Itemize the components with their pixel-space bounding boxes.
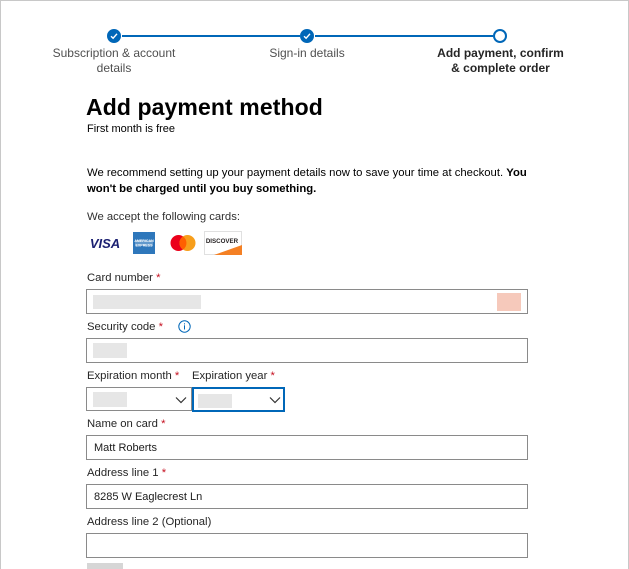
- page-title: Add payment method: [86, 94, 323, 120]
- visa-icon: VISA: [87, 231, 123, 255]
- expiration-year-label: Expiration year *: [192, 370, 275, 382]
- svg-text:EXPRESS: EXPRESS: [136, 244, 154, 248]
- expiration-year-select[interactable]: [192, 387, 285, 412]
- name-on-card-input[interactable]: Matt Roberts: [86, 435, 528, 460]
- step-2-check-icon: [300, 29, 314, 43]
- name-on-card-value: Matt Roberts: [94, 441, 157, 454]
- next-field-label-cutoff: [87, 563, 123, 569]
- accepted-cards: VISA AMERICAN EXPRESS DISCOVER: [87, 231, 245, 255]
- card-brand-icon: [497, 293, 521, 311]
- expiration-month-redacted: [93, 392, 127, 407]
- visa-text: VISA: [90, 236, 120, 251]
- expiration-month-select[interactable]: [86, 387, 192, 411]
- step-1-check-icon: [107, 29, 121, 43]
- svg-text:AMERICAN: AMERICAN: [134, 239, 154, 243]
- step-3-current-icon: [493, 29, 507, 43]
- recommend-text: We recommend setting up your payment det…: [87, 167, 527, 195]
- security-code-input[interactable]: [86, 338, 528, 363]
- security-code-label: Security code *: [87, 321, 163, 333]
- security-code-redacted: [93, 343, 127, 358]
- page-subtitle: First month is free: [87, 123, 176, 135]
- name-on-card-label: Name on card *: [87, 418, 166, 430]
- expiration-year-redacted: [198, 394, 232, 408]
- mastercard-icon: [165, 231, 201, 255]
- amex-icon: AMERICAN EXPRESS: [126, 231, 162, 255]
- chevron-down-icon: [269, 397, 281, 404]
- discover-text: DISCOVER: [206, 238, 239, 245]
- info-icon[interactable]: [178, 320, 191, 338]
- address-line-1-value: 8285 W Eaglecrest Ln: [94, 490, 203, 503]
- address-line-1-input[interactable]: 8285 W Eaglecrest Ln: [86, 484, 528, 509]
- checkout-stepper: Subscription & account details Sign-in d…: [0, 0, 629, 80]
- step-connector: [315, 35, 493, 37]
- card-number-redacted: [93, 295, 201, 309]
- step-3-label: Add payment, confirm & complete order: [437, 46, 564, 75]
- card-number-input[interactable]: [86, 289, 528, 314]
- step-2-label: Sign-in details: [269, 46, 345, 60]
- accepted-cards-label: We accept the following cards:: [87, 211, 241, 223]
- step-1-label: Subscription & account details: [52, 46, 176, 75]
- step-connector: [122, 35, 300, 37]
- address-line-2-input[interactable]: [86, 533, 528, 558]
- address-line-2-label: Address line 2 (Optional): [87, 516, 212, 528]
- chevron-down-icon: [175, 397, 187, 404]
- discover-icon: DISCOVER: [204, 231, 242, 255]
- address-line-1-label: Address line 1 *: [87, 467, 167, 479]
- card-number-label: Card number *: [87, 272, 161, 284]
- expiration-month-label: Expiration month *: [87, 370, 180, 382]
